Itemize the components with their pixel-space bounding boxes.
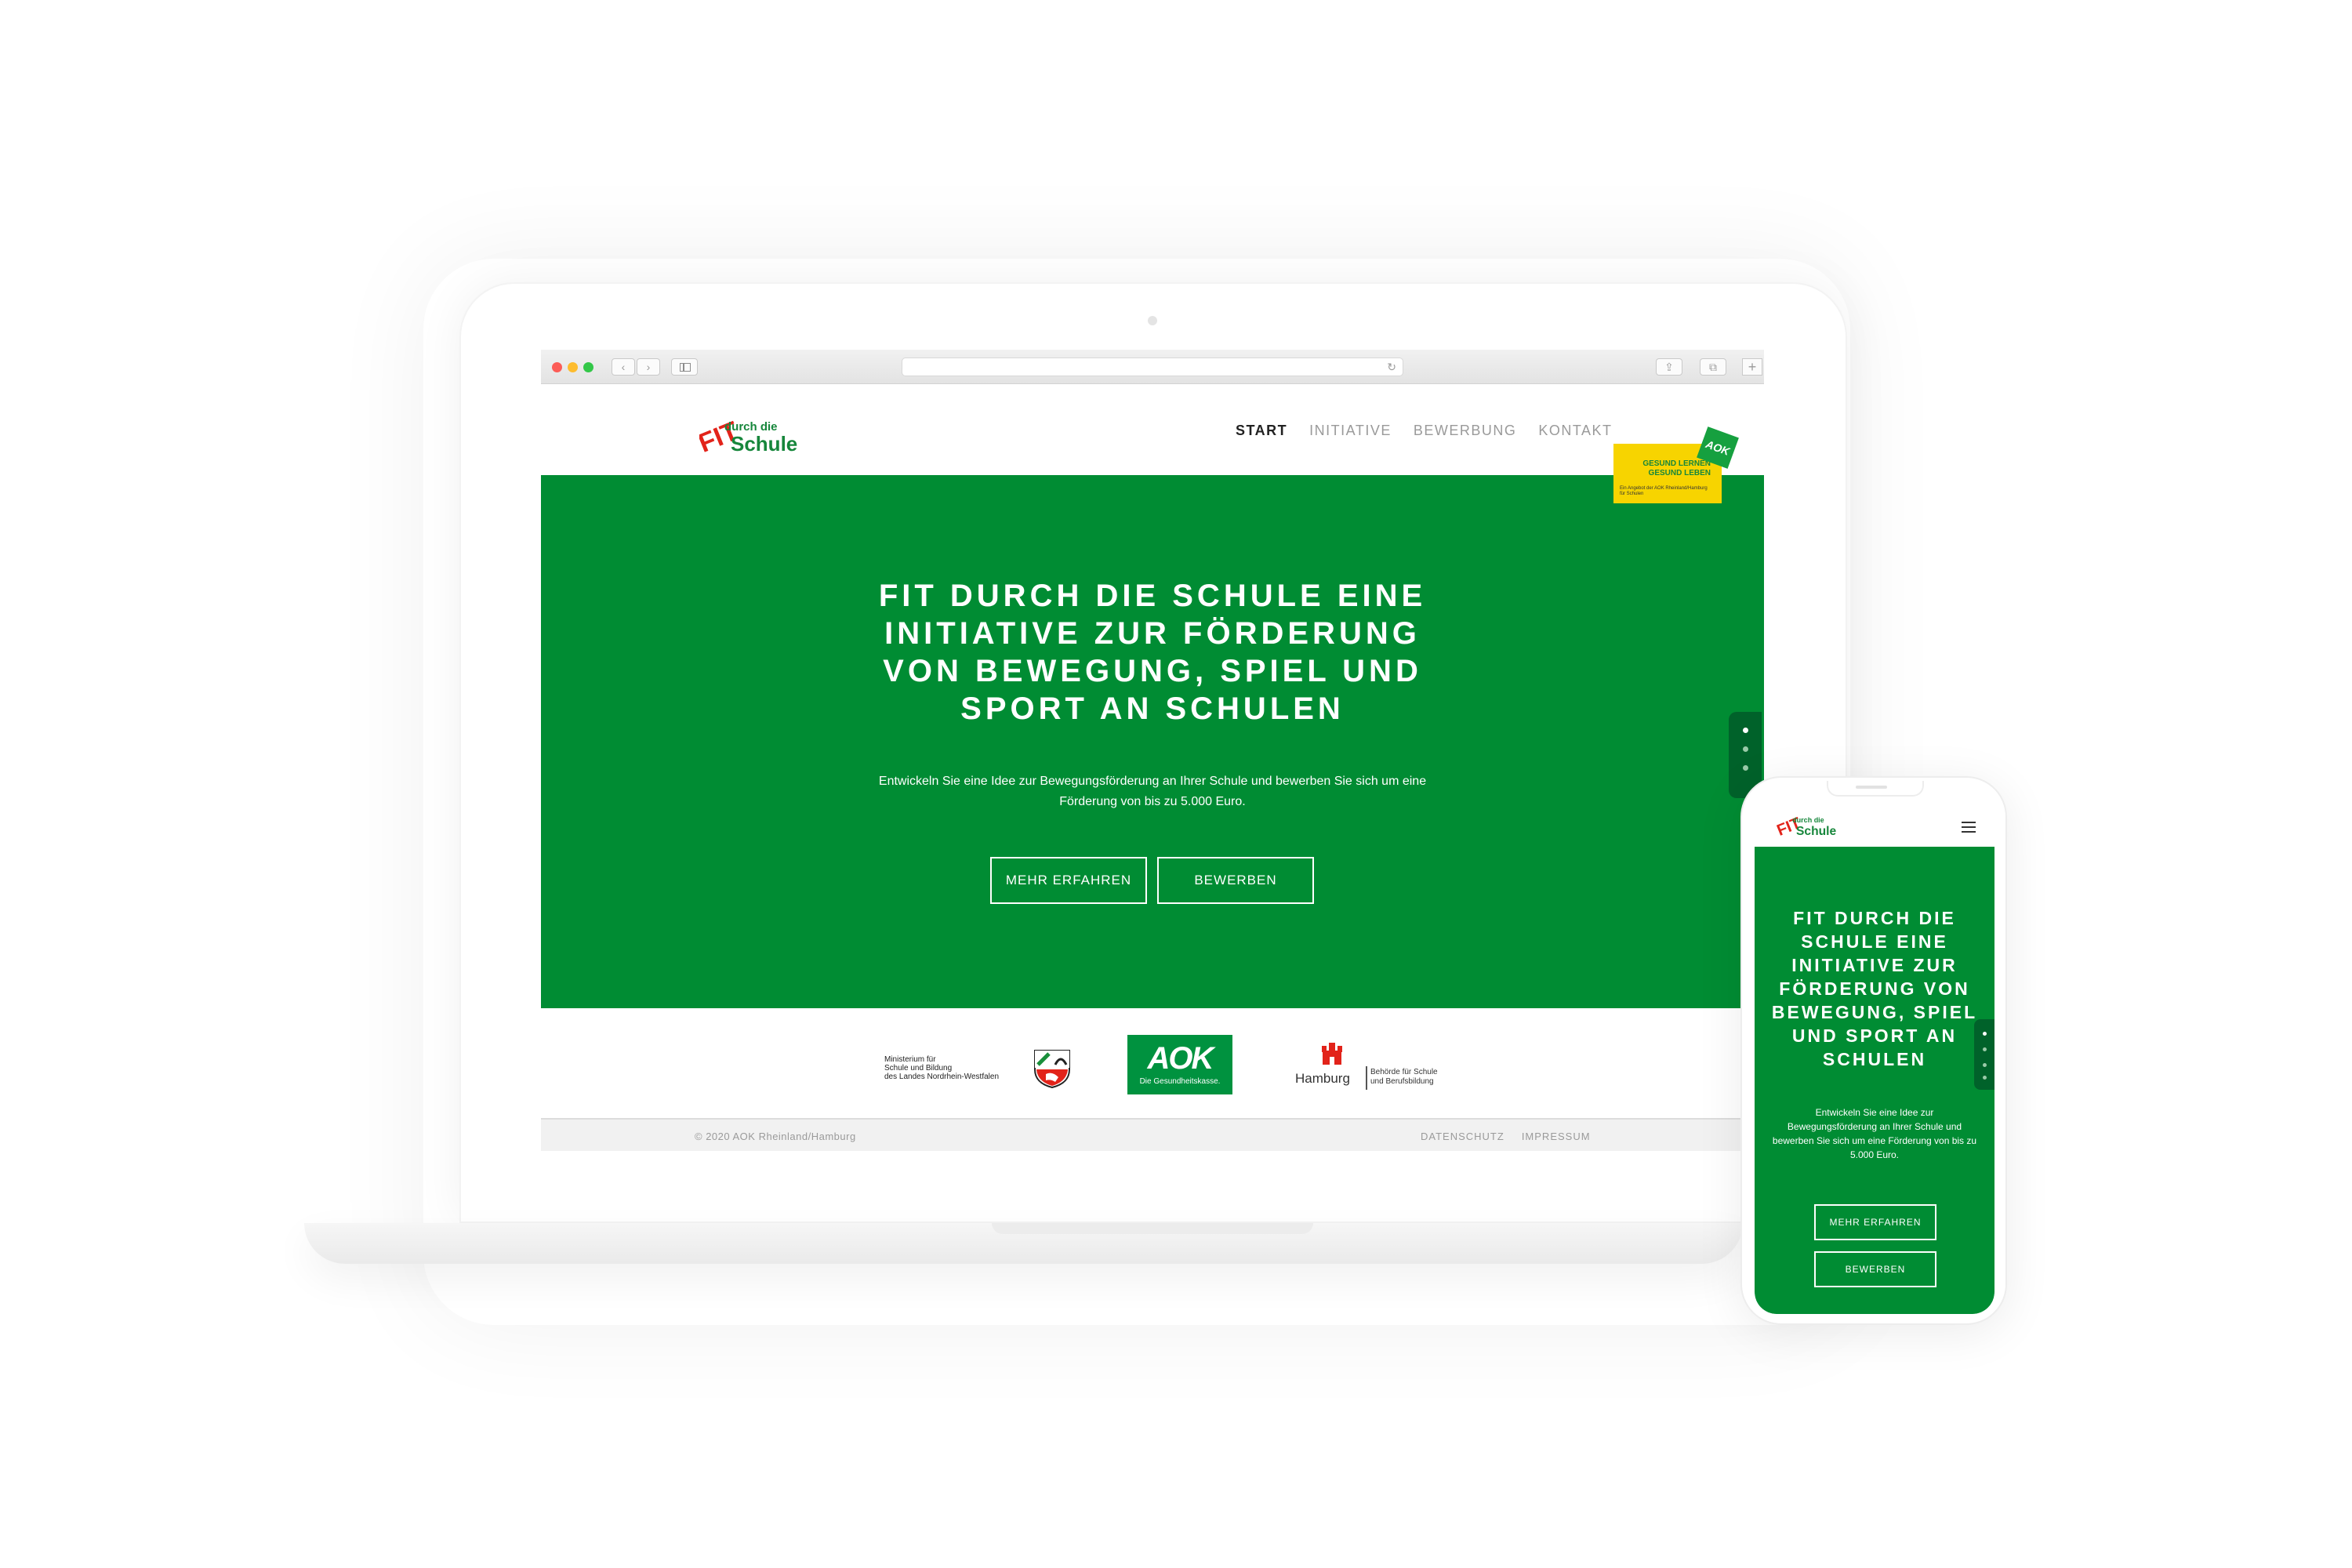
nav-item-kontakt[interactable]: KONTAKT bbox=[1538, 422, 1612, 439]
hamburger-menu-icon[interactable] bbox=[1962, 822, 1976, 833]
mobile-apply-button[interactable]: BEWERBEN bbox=[1814, 1251, 1936, 1287]
hamburg-name: Hamburg bbox=[1295, 1071, 1350, 1086]
badge-small-text: Ein Angebot der AOK Rheinland/Hamburg fü… bbox=[1620, 486, 1708, 496]
hero-title: FIT DURCH DIE SCHULE EINE INITIATIVE ZUR… bbox=[878, 579, 1427, 726]
address-bar[interactable]: ↻ bbox=[902, 358, 1403, 376]
more-info-button[interactable]: MEHR ERFAHREN bbox=[990, 857, 1147, 904]
mobile-section-dot-nav bbox=[1974, 1019, 1994, 1090]
aok-claim: Die Gesundheitskasse. bbox=[1139, 1077, 1221, 1086]
aok-logo[interactable]: AOK Die Gesundheitskasse. bbox=[1127, 1035, 1232, 1094]
nrw-line-1: Ministerium für bbox=[884, 1055, 936, 1064]
chevron-left-icon[interactable]: ‹ bbox=[612, 358, 635, 376]
nav-item-initiative[interactable]: INITIATIVE bbox=[1309, 422, 1392, 439]
mobile-section-dot-4[interactable] bbox=[1983, 1076, 1987, 1080]
zoom-window-button[interactable] bbox=[583, 362, 593, 372]
section-dot-1[interactable] bbox=[1743, 728, 1748, 733]
footer-link-datenschutz[interactable]: DATENSCHUTZ bbox=[1421, 1131, 1504, 1142]
badge-line-2: GESUND LEBEN bbox=[1648, 469, 1711, 477]
hamburg-castle-icon bbox=[1322, 1043, 1342, 1065]
fit-durch-die-schule-logo[interactable]: FIT durch die Schule bbox=[699, 413, 801, 460]
site-footer: © 2020 AOK Rheinland/Hamburg DATENSCHUTZ… bbox=[541, 1118, 1764, 1151]
laptop-notch bbox=[992, 1223, 1313, 1234]
site-header: FIT durch die Schule START INITIATIVE BE… bbox=[541, 384, 1764, 474]
copyright-text: © 2020 AOK Rheinland/Hamburg bbox=[695, 1131, 856, 1142]
browser-toolbar: ‹ › ↻ ⇪ ⧉ + bbox=[541, 350, 1764, 384]
nrw-crest-icon bbox=[1034, 1050, 1070, 1088]
hamburg-authority-logo[interactable]: Hamburg Behörde für Schule und Berufsbil… bbox=[1295, 1040, 1468, 1090]
section-dot-2[interactable] bbox=[1743, 746, 1748, 752]
phone-frame: FIT durch die Schule FIT DURCH DIE SCHUL… bbox=[1740, 776, 2007, 1325]
hamburg-authority-text: Behörde für Schule und Berufsbildung bbox=[1370, 1068, 1438, 1087]
sidebar-icon[interactable] bbox=[671, 358, 698, 376]
close-window-button[interactable] bbox=[552, 362, 562, 372]
svg-text:durch die: durch die bbox=[1792, 816, 1824, 824]
mobile-header: FIT durch die Schule bbox=[1755, 801, 1994, 847]
nrw-line-2: Schule und Bildung bbox=[884, 1064, 953, 1073]
phone-notch bbox=[1827, 781, 1924, 797]
hamburg-line-1: Behörde für Schule bbox=[1370, 1068, 1438, 1076]
new-tab-icon[interactable]: + bbox=[1742, 358, 1762, 376]
reload-icon[interactable]: ↻ bbox=[1387, 361, 1396, 373]
mobile-more-info-button[interactable]: MEHR ERFAHREN bbox=[1814, 1204, 1936, 1240]
main-nav: START INITIATIVE BEWERBUNG KONTAKT bbox=[1236, 422, 1613, 439]
hamburg-divider bbox=[1366, 1066, 1367, 1090]
laptop-camera bbox=[1148, 316, 1157, 325]
mobile-section-dot-3[interactable] bbox=[1983, 1063, 1987, 1067]
apply-button[interactable]: BEWERBEN bbox=[1157, 857, 1314, 904]
footer-links: DATENSCHUTZ IMPRESSUM bbox=[1421, 1131, 1591, 1142]
phone-speaker bbox=[1856, 786, 1887, 789]
share-icon[interactable]: ⇪ bbox=[1656, 358, 1682, 376]
badge-line-1: GESUND LERNEN bbox=[1642, 459, 1711, 468]
mobile-site: FIT durch die Schule FIT DURCH DIE SCHUL… bbox=[1755, 801, 1994, 1314]
partner-logos: Ministerium für Schule und Bildung des L… bbox=[541, 1008, 1764, 1118]
hamburg-line-2: und Berufsbildung bbox=[1370, 1077, 1434, 1086]
aok-wordmark: AOK bbox=[1147, 1041, 1214, 1076]
nav-item-start[interactable]: START bbox=[1236, 422, 1287, 439]
mobile-section-dot-1[interactable] bbox=[1983, 1032, 1987, 1036]
svg-text:Schule: Schule bbox=[1796, 825, 1836, 838]
chevron-right-icon[interactable]: › bbox=[637, 358, 660, 376]
nrw-text: Ministerium für Schule und Bildung des L… bbox=[884, 1055, 999, 1081]
section-dot-3[interactable] bbox=[1743, 765, 1748, 771]
nav-item-bewerbung[interactable]: BEWERBUNG bbox=[1414, 422, 1517, 439]
mobile-hero-section: FIT DURCH DIE SCHULE EINE INITIATIVE ZUR… bbox=[1755, 847, 1994, 1314]
footer-link-impressum[interactable]: IMPRESSUM bbox=[1522, 1131, 1591, 1142]
fit-durch-die-schule-logo[interactable]: FIT durch die Schule bbox=[1775, 812, 1839, 840]
nrw-line-3: des Landes Nordrhein-Westfalen bbox=[884, 1073, 1000, 1081]
svg-text:Schule: Schule bbox=[731, 432, 797, 456]
mobile-hero-title: FIT DURCH DIE SCHULE EINE INITIATIVE ZUR… bbox=[1771, 908, 1978, 1069]
hero-text: Entwickeln Sie eine Idee zur Bewegungsfö… bbox=[878, 775, 1427, 808]
browser-window: ‹ › ↻ ⇪ ⧉ + FIT durch die Schule START I… bbox=[541, 350, 1764, 1151]
aok-campaign-badge[interactable]: GESUND LERNEN GESUND LEBEN Ein Angebot d… bbox=[1613, 426, 1739, 503]
mobile-section-dot-2[interactable] bbox=[1983, 1047, 1987, 1051]
minimize-window-button[interactable] bbox=[568, 362, 578, 372]
mobile-hero-text: Entwickeln Sie eine Idee zur Bewegungsfö… bbox=[1772, 1107, 1977, 1160]
hero-section: FIT DURCH DIE SCHULE EINE INITIATIVE ZUR… bbox=[541, 475, 1764, 1008]
nrw-ministry-logo[interactable]: Ministerium für Schule und Bildung des L… bbox=[884, 1041, 1073, 1088]
tabs-icon[interactable]: ⧉ bbox=[1700, 358, 1726, 376]
